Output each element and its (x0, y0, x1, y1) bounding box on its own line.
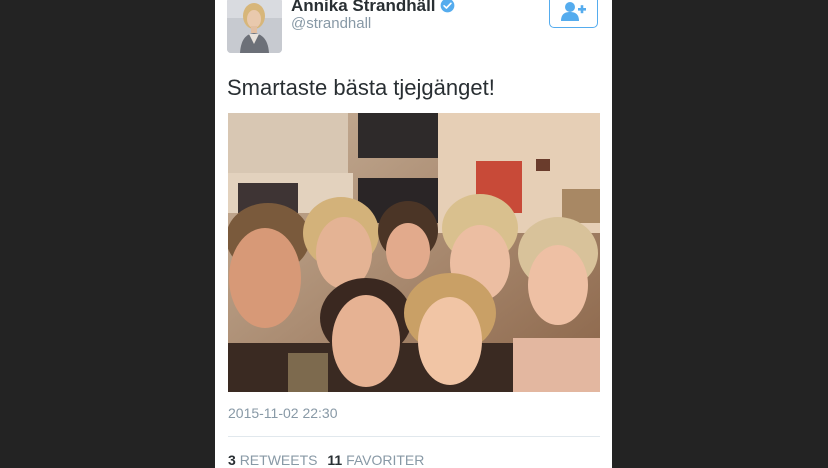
follow-button[interactable] (549, 0, 598, 28)
group-selfie-photo (228, 113, 600, 392)
favorites-stat[interactable]: 11 FAVORITER (327, 452, 424, 468)
tweet-stats: 3 RETWEETS 11 FAVORITER (228, 452, 424, 468)
avatar-image (227, 0, 282, 53)
favorites-count: 11 (327, 452, 343, 468)
favorites-label: FAVORITER (346, 452, 425, 468)
profile-avatar[interactable] (227, 0, 282, 53)
display-name[interactable]: Annika Strandhäll (291, 0, 455, 16)
display-name-text: Annika Strandhäll (291, 0, 436, 15)
tweet-photo[interactable] (228, 113, 600, 392)
retweets-count: 3 (228, 452, 236, 468)
user-handle[interactable]: @strandhall (291, 15, 371, 32)
verified-badge-icon (440, 0, 454, 13)
retweets-label: RETWEETS (239, 452, 318, 468)
retweets-stat[interactable]: 3 RETWEETS (228, 452, 317, 468)
tweet-card: Annika Strandhäll @strandhall Smartaste … (215, 0, 612, 468)
add-user-icon (560, 2, 586, 21)
tweet-text: Smartaste bästa tjejgänget! (227, 75, 495, 100)
tweet-timestamp[interactable]: 2015-11-02 22:30 (228, 405, 338, 421)
stats-divider (228, 436, 600, 437)
